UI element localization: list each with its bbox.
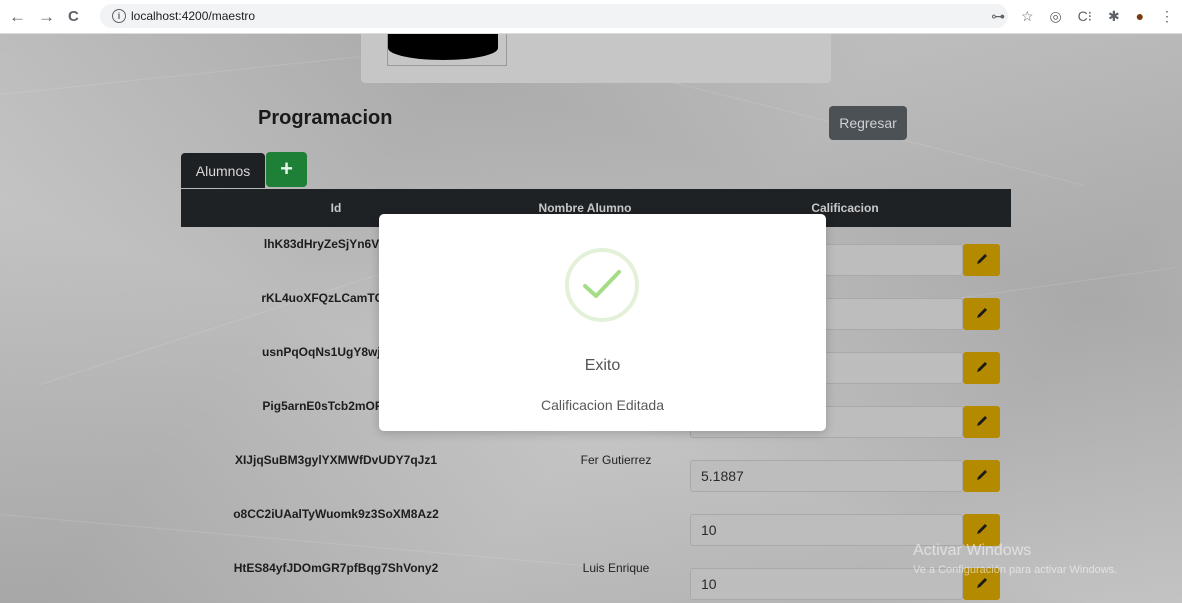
dialog-message: Calificacion Editada bbox=[541, 397, 664, 413]
dialog-title: Exito bbox=[584, 357, 621, 374]
back-icon[interactable]: ← bbox=[9, 8, 26, 26]
extension-circle-icon[interactable]: ◎ bbox=[1049, 8, 1061, 25]
menu-dots-icon[interactable]: ⋮ bbox=[1160, 8, 1174, 25]
forward-icon[interactable]: → bbox=[38, 8, 55, 26]
browser-toolbar: ← → C i localhost:4200/maestro ⊶ ☆ ◎ C⁝ … bbox=[0, 0, 1182, 34]
key-icon[interactable]: ⊶ bbox=[991, 8, 1005, 25]
info-icon[interactable]: i bbox=[112, 9, 126, 23]
extension-icons: ⊶ ☆ ◎ C⁝ ✱ ● ⋮ bbox=[979, 8, 1174, 25]
checkmark-icon bbox=[583, 270, 621, 298]
success-check-icon bbox=[565, 248, 639, 322]
star-icon[interactable]: ☆ bbox=[1021, 8, 1034, 25]
puzzle-icon[interactable]: ✱ bbox=[1108, 8, 1120, 25]
address-bar[interactable]: i localhost:4200/maestro bbox=[100, 4, 1008, 28]
extension-c-icon[interactable]: C⁝ bbox=[1078, 8, 1093, 25]
success-dialog: Exito Calificacion Editada bbox=[379, 214, 826, 431]
profile-avatar-icon[interactable]: ● bbox=[1136, 8, 1144, 24]
reload-icon[interactable]: C bbox=[68, 8, 79, 26]
url-text: localhost:4200/maestro bbox=[131, 9, 256, 23]
